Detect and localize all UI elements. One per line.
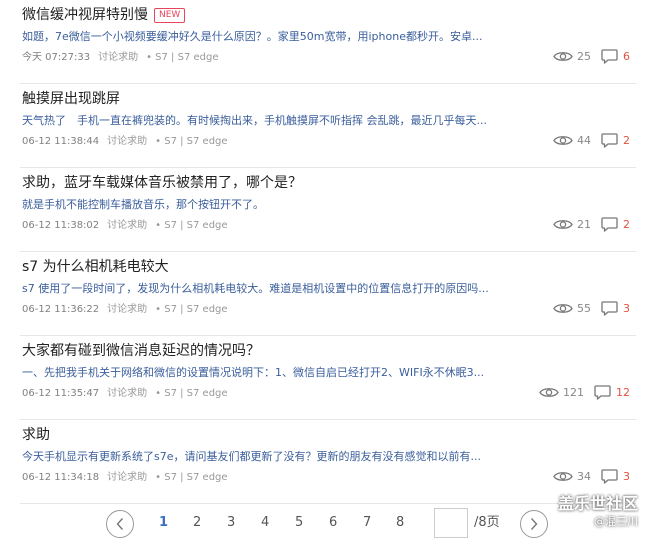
thread-tags[interactable]: • S7 | S7 edge (155, 388, 227, 399)
thread-title-row: 大家都有碰到微信消息延迟的情况吗？ (22, 342, 260, 360)
page-6-link[interactable]: 6 (329, 514, 337, 532)
thread-title-row: s7 为什么相机耗电较大 (22, 258, 169, 276)
thread-meta: 06-12 11:35:47 讨论求助 • S7 | S7 edge (22, 387, 228, 401)
eye-icon (553, 51, 573, 61)
thread-time: 今天 07:27:33 (22, 52, 91, 63)
thread-category[interactable]: 讨论求助 (107, 220, 147, 231)
new-badge: NEW (154, 8, 186, 23)
thread-time: 06-12 11:38:44 (22, 136, 100, 147)
thread-tags[interactable]: • S7 | S7 edge (155, 136, 227, 147)
comment-bubble-icon (601, 300, 618, 316)
thread-tags[interactable]: • S7 | S7 edge (155, 304, 227, 315)
prev-page-button[interactable] (106, 510, 134, 538)
thread-item[interactable]: 大家都有碰到微信消息延迟的情况吗？ 一、先把我手机关于网络和微信的设置情况说明下… (20, 336, 636, 420)
thread-meta: 06-12 11:34:18 讨论求助 • S7 | S7 edge (22, 471, 228, 485)
view-count: 121 (563, 385, 584, 399)
page-5-link[interactable]: 5 (295, 514, 303, 532)
page-3-link[interactable]: 3 (227, 514, 235, 532)
view-count: 55 (577, 301, 591, 315)
page-1-link[interactable]: 1 (159, 514, 168, 532)
next-page-button[interactable] (520, 510, 548, 538)
forum-thread-list: 微信缓冲视屏特别慢 NEW 如题，7e微信一个小视频要缓冲好久是什么原因？。家里5… (0, 0, 650, 548)
comment-bubble-icon (594, 384, 611, 400)
watermark-site-name: 盖乐世社区 (557, 494, 638, 513)
reply-count: 3 (623, 301, 630, 315)
total-pages-label: /8页 (474, 515, 500, 530)
thread-item[interactable]: 触摸屏出现跳屏 天气热了 手机一直在裤兜装的。有时候掏出来，手机触摸屏不听指挥 … (20, 84, 636, 168)
page-2-link[interactable]: 2 (193, 514, 201, 532)
thread-title[interactable]: 大家都有碰到微信消息延迟的情况吗？ (22, 343, 260, 359)
chevron-right-icon (530, 518, 538, 530)
thread-title-row: 触摸屏出现跳屏 (22, 90, 120, 108)
reply-count: 2 (623, 133, 630, 147)
thread-title-row: 微信缓冲视屏特别慢 NEW (22, 6, 186, 24)
thread-excerpt[interactable]: s7 使用了一段时间了，发现为什么相机耗电较大。难道是相机设置中的位置信息打开的… (22, 282, 522, 296)
thread-title-row: 求助，蓝牙车载媒体音乐被禁用了，哪个是？ (22, 174, 302, 192)
reply-count: 12 (616, 385, 630, 399)
thread-category[interactable]: 讨论求助 (107, 304, 147, 315)
thread-excerpt[interactable]: 今天手机显示有更新系统了s7e，请问基友们都更新了没有？更新的朋友有没有感觉和以… (22, 450, 522, 464)
view-count: 44 (577, 133, 591, 147)
thread-item[interactable]: 求助 今天手机显示有更新系统了s7e，请问基友们都更新了没有？更新的朋友有没有感… (20, 420, 636, 504)
thread-tags[interactable]: • S7 | S7 edge (155, 472, 227, 483)
thread-meta: 今天 07:27:33 讨论求助 • S7 | S7 edge (22, 51, 219, 65)
thread-time: 06-12 11:36:22 (22, 304, 100, 315)
reply-count: 6 (623, 49, 630, 63)
thread-title[interactable]: 微信缓冲视屏特别慢 (22, 7, 148, 23)
pagination: 1 2 3 4 5 6 7 8 /8页 (106, 508, 556, 542)
view-count: 21 (577, 217, 591, 231)
thread-stats: 44 2 (553, 130, 630, 150)
thread-time: 06-12 11:38:02 (22, 220, 100, 231)
thread-item[interactable]: 求助，蓝牙车载媒体音乐被禁用了，哪个是？ 就是手机不能控制车播放音乐，那个按钮开… (20, 168, 636, 252)
comment-bubble-icon (601, 468, 618, 484)
thread-stats: 21 2 (553, 214, 630, 234)
thread-item[interactable]: 微信缓冲视屏特别慢 NEW 如题，7e微信一个小视频要缓冲好久是什么原因？。家里5… (20, 0, 636, 84)
site-watermark: 盖乐世社区 @混三川 (558, 494, 638, 530)
thread-time: 06-12 11:34:18 (22, 472, 100, 483)
thread-category[interactable]: 讨论求助 (107, 136, 147, 147)
view-count: 25 (577, 49, 591, 63)
thread-category[interactable]: 讨论求助 (107, 388, 147, 399)
thread-tags[interactable]: • S7 | S7 edge (146, 52, 218, 63)
eye-icon (553, 135, 573, 145)
page-jump-input[interactable] (434, 508, 468, 538)
eye-icon (553, 471, 573, 481)
eye-icon (553, 219, 573, 229)
thread-stats: 34 3 (553, 466, 630, 486)
page-8-link[interactable]: 8 (396, 514, 404, 532)
reply-count: 3 (623, 469, 630, 483)
page-7-link[interactable]: 7 (363, 514, 371, 532)
thread-stats: 25 6 (553, 46, 630, 66)
thread-stats: 121 12 (539, 382, 630, 402)
thread-category[interactable]: 讨论求助 (98, 52, 138, 63)
comment-bubble-icon (601, 48, 618, 64)
thread-meta: 06-12 11:38:02 讨论求助 • S7 | S7 edge (22, 219, 228, 233)
eye-icon (539, 387, 559, 397)
thread-title[interactable]: 触摸屏出现跳屏 (22, 91, 120, 107)
page-4-link[interactable]: 4 (261, 514, 269, 532)
thread-stats: 55 3 (553, 298, 630, 318)
eye-icon (553, 303, 573, 313)
thread-title[interactable]: 求助 (22, 427, 50, 443)
comment-bubble-icon (601, 216, 618, 232)
thread-excerpt[interactable]: 一、先把我手机关于网络和微信的设置情况说明下：1、微信自启已经打开2、WIFI永… (22, 366, 522, 380)
comment-bubble-icon (601, 132, 618, 148)
chevron-left-icon (116, 518, 124, 530)
thread-meta: 06-12 11:38:44 讨论求助 • S7 | S7 edge (22, 135, 228, 149)
thread-title-row: 求助 (22, 426, 50, 444)
reply-count: 2 (623, 217, 630, 231)
thread-excerpt[interactable]: 如题，7e微信一个小视频要缓冲好久是什么原因？。家里50m宽带，用iphone都… (22, 30, 522, 44)
thread-excerpt[interactable]: 就是手机不能控制车播放音乐，那个按钮开不了。 (22, 198, 522, 212)
thread-meta: 06-12 11:36:22 讨论求助 • S7 | S7 edge (22, 303, 228, 317)
thread-time: 06-12 11:35:47 (22, 388, 100, 399)
thread-item[interactable]: s7 为什么相机耗电较大 s7 使用了一段时间了，发现为什么相机耗电较大。难道是… (20, 252, 636, 336)
thread-tags[interactable]: • S7 | S7 edge (155, 220, 227, 231)
view-count: 34 (577, 469, 591, 483)
thread-excerpt[interactable]: 天气热了 手机一直在裤兜装的。有时候掏出来，手机触摸屏不听指挥 会乱跳，最近几乎… (22, 114, 522, 128)
thread-title[interactable]: s7 为什么相机耗电较大 (22, 259, 169, 275)
thread-category[interactable]: 讨论求助 (107, 472, 147, 483)
thread-title[interactable]: 求助，蓝牙车载媒体音乐被禁用了，哪个是？ (22, 175, 302, 191)
watermark-username: @混三川 (594, 515, 638, 528)
